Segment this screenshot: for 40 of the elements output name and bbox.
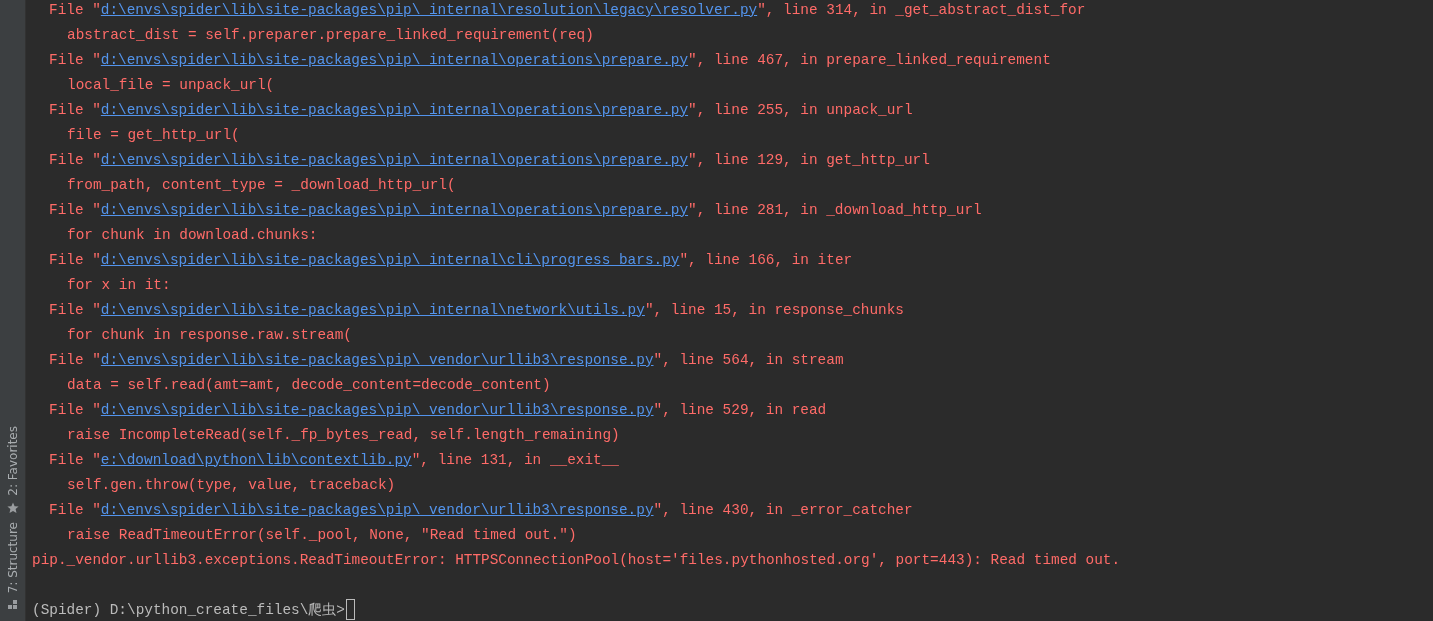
traceback-line: File "d:\envs\spider\lib\site-packages\pip\_vendor\urllib3\response.py", line 529, in read [49,400,827,420]
file-link[interactable]: d:\envs\spider\lib\site-packages\pip\_internal\operations\prepare.py [100,201,689,218]
source-line: raise IncompleteRead(self._fp_bytes_read, self.length_remaining) [67,425,620,445]
file-link[interactable]: d:\envs\spider\lib\site-packages\pip\_internal\network\utils.py [100,301,645,318]
file-link[interactable]: d:\envs\spider\lib\site-packages\pip\_internal\operations\prepare.py [100,151,689,168]
source-line: from_path, content_type = _download_http_url( [67,175,456,195]
source-line: for x in it: [67,275,171,295]
traceback-line: File "e:\download\python\lib\contextlib.py", line 131, in __exit__ [49,450,619,470]
text-cursor [346,599,355,620]
file-link[interactable]: d:\envs\spider\lib\site-packages\pip\_vendor\urllib3\response.py [100,401,654,418]
source-line: for chunk in download.chunks: [67,225,318,245]
error-message: pip._vendor.urllib3.exceptions.ReadTimeoutError: HTTPSConnectionPool(host='files.pythonhosted.org', port=443): Read timed out. [32,550,1121,570]
source-line: data = self.read(amt=amt, decode_content=decode_content) [67,375,551,395]
source-line: raise ReadTimeoutError(self._pool, None, "Read timed out.") [67,525,577,545]
source-line: file = get_http_url( [67,125,240,145]
file-link[interactable]: d:\envs\spider\lib\site-packages\pip\_internal\operations\prepare.py [100,51,689,68]
traceback-line: File "d:\envs\spider\lib\site-packages\pip\_vendor\urllib3\response.py", line 564, in stream [49,350,844,370]
traceback-line: File "d:\envs\spider\lib\site-packages\pip\_internal\operations\prepare.py", line 255, in unpack_url [49,100,913,120]
traceback-line: File "d:\envs\spider\lib\site-packages\pip\_internal\operations\prepare.py", line 281, in _download_http_url [49,200,982,220]
traceback-line: File "d:\envs\spider\lib\site-packages\pip\_internal\operations\prepare.py", line 129, in get_http_url [49,150,930,170]
traceback-line: File "d:\envs\spider\lib\site-packages\pip\_vendor\urllib3\response.py", line 430, in _error_catcher [49,500,913,520]
source-line: self.gen.throw(type, value, traceback) [67,475,396,495]
traceback-line: File "d:\envs\spider\lib\site-packages\pip\_internal\operations\prepare.py", line 467, in prepare_linked_requirement [49,50,1051,70]
command-prompt: (Spider) D:\python_create_files\爬虫> [32,600,345,620]
tool-window-button[interactable]: 2: Favorites [5,425,20,496]
source-line: abstract_dist = self.preparer.prepare_linked_requirement(req) [67,25,594,45]
traceback-line: File "d:\envs\spider\lib\site-packages\pip\_internal\cli\progress_bars.py", line 166, in iter [49,250,853,270]
source-line: for chunk in response.raw.stream( [67,325,352,345]
file-link[interactable]: e:\download\python\lib\contextlib.py [100,451,412,468]
file-link[interactable]: d:\envs\spider\lib\site-packages\pip\_internal\cli\progress_bars.py [100,251,680,268]
file-link[interactable]: d:\envs\spider\lib\site-packages\pip\_vendor\urllib3\response.py [100,351,654,368]
structure-icon[interactable] [6,599,19,611]
tool-window-button[interactable]: 7: Structure [5,521,20,593]
file-link[interactable]: d:\envs\spider\lib\site-packages\pip\_internal\operations\prepare.py [100,101,689,118]
source-line: local_file = unpack_url( [67,75,275,95]
file-link[interactable]: d:\envs\spider\lib\site-packages\pip\_internal\resolution\legacy\resolver.py [100,1,758,18]
traceback-line: File "d:\envs\spider\lib\site-packages\pip\_internal\network\utils.py", line 15, in response_chunks [49,300,904,320]
star-icon[interactable] [6,501,19,514]
file-link[interactable]: d:\envs\spider\lib\site-packages\pip\_vendor\urllib3\response.py [100,501,654,518]
traceback-line: File "d:\envs\spider\lib\site-packages\pip\_internal\resolution\legacy\resolver.py", line 314, in _get_abstract_dist_for [49,0,1086,20]
